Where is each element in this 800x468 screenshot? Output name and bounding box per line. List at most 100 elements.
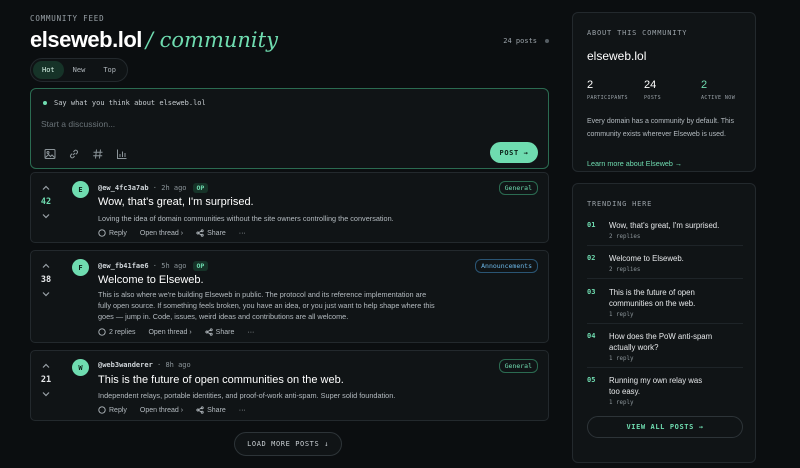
trending-title[interactable]: Running my own relay was too easy. [609, 376, 704, 398]
stat-participants: 2 PARTICIPANTS [587, 79, 644, 101]
reply-button[interactable]: Reply [98, 229, 127, 237]
avatar: E [72, 181, 89, 198]
composer-prompt: Say what you think about elseweb.lol [43, 99, 206, 107]
page-title-accent: / community [145, 28, 278, 52]
open-thread-link[interactable]: Open thread › [140, 229, 183, 237]
more-options-button[interactable]: ··· [247, 328, 254, 336]
post-title[interactable]: Welcome to Elseweb. [98, 274, 204, 286]
comment-icon [98, 229, 106, 237]
op-badge: OP [192, 261, 209, 271]
divider [587, 245, 743, 246]
tab-hot[interactable]: Hot [33, 61, 64, 79]
share-button[interactable]: Share [196, 406, 226, 414]
upvote-icon[interactable] [39, 181, 53, 195]
trending-title[interactable]: Welcome to Elseweb. [609, 254, 729, 265]
post-actions: Reply Open thread › Share ··· [98, 229, 246, 237]
hashtag-icon[interactable] [91, 147, 105, 161]
post-count-label: 24 posts [503, 37, 537, 45]
main-column: COMMUNITY FEED elseweb.lol / community 24… [30, 0, 549, 456]
learn-more-link[interactable]: Learn more about Elseweb → [587, 159, 682, 168]
trending-title[interactable]: How does the PoW anti-spam actually work… [609, 332, 729, 354]
category-tag[interactable]: Announcements [475, 259, 538, 273]
status-dot [545, 39, 549, 43]
page-title: elseweb.lol [30, 27, 142, 52]
vote-column: 21 [39, 359, 53, 401]
downvote-icon[interactable] [39, 387, 53, 401]
post-card: 38 F @ew_fb41fae6 · 5h ago OP Announcemen… [30, 250, 549, 343]
reply-label: Reply [109, 229, 127, 237]
more-options-button[interactable]: ··· [239, 406, 246, 414]
chart-icon[interactable] [115, 147, 129, 161]
trending-replies: 1 reply [609, 356, 634, 362]
replies-label: 2 replies [109, 328, 136, 336]
trending-rank: 01 [587, 221, 596, 229]
community-name: elseweb.lol [587, 49, 647, 63]
composer-prompt-label: Say what you think about elseweb.lol [54, 99, 206, 107]
upvote-icon[interactable] [39, 359, 53, 373]
reply-label: Reply [109, 406, 127, 414]
share-icon [196, 229, 204, 237]
category-tag[interactable]: General [498, 181, 538, 195]
category-tag[interactable]: General [498, 359, 538, 373]
trending-title[interactable]: Wow, that's great, I'm surprised. [609, 221, 729, 232]
trending-rank: 03 [587, 288, 596, 296]
post-author[interactable]: @web3wanderer [98, 361, 153, 369]
share-icon [205, 328, 213, 336]
avatar: W [72, 359, 89, 376]
upvote-icon[interactable] [39, 259, 53, 273]
about-heading: ABOUT THIS COMMUNITY [587, 29, 688, 37]
post-button[interactable]: POST → [490, 142, 538, 163]
tab-top[interactable]: Top [94, 61, 125, 79]
avatar: F [72, 259, 89, 276]
post-author[interactable]: @ew_fb41fae6 [98, 262, 149, 270]
view-all-posts-button[interactable]: VIEW ALL POSTS → [587, 416, 743, 438]
replies-button[interactable]: 2 replies [98, 328, 135, 336]
trending-rank: 05 [587, 376, 596, 384]
share-button[interactable]: Share [196, 229, 226, 237]
image-icon[interactable] [43, 147, 57, 161]
post-time: · 2h ago [152, 184, 187, 192]
trending-heading: TRENDING HERE [587, 200, 653, 208]
divider [587, 367, 743, 368]
post-count: 24 posts [503, 37, 549, 45]
community-description: Every domain has a community by default.… [587, 118, 734, 138]
stat-label: POSTS [644, 95, 662, 101]
discussion-input[interactable] [41, 116, 521, 132]
tab-new[interactable]: New [64, 61, 95, 79]
trending-replies: 1 reply [609, 312, 634, 318]
trending-rank: 02 [587, 254, 596, 262]
link-icon[interactable] [67, 147, 81, 161]
post-time: · 5h ago [152, 262, 187, 270]
downvote-icon[interactable] [39, 287, 53, 301]
trending-title[interactable]: This is the future of open communities o… [609, 288, 729, 310]
community-stats: 2 PARTICIPANTS 24 POSTS 2 ACTIVE NOW [587, 79, 758, 101]
trending-replies: 2 replies [609, 234, 641, 240]
post-time: · 8h ago [157, 361, 191, 369]
reply-button[interactable]: Reply [98, 406, 127, 414]
sidebar: ABOUT THIS COMMUNITY elseweb.lol 2 PARTI… [572, 12, 756, 463]
open-thread-link[interactable]: Open thread › [140, 406, 183, 414]
stat-label: PARTICIPANTS [587, 95, 628, 101]
post-card: 42 E @ew_4fc3a7ab · 2h ago OP General Wow… [30, 172, 549, 243]
post-body: This is also where we're building Elsewe… [98, 290, 435, 321]
stat-value: 2 [701, 79, 708, 91]
post-title[interactable]: This is the future of open communities o… [98, 374, 344, 386]
post-author[interactable]: @ew_4fc3a7ab [98, 184, 149, 192]
post-actions: 2 replies Open thread › Share ··· [98, 328, 254, 336]
stat-active-now: 2 ACTIVE NOW [701, 79, 758, 101]
stat-label: ACTIVE NOW [701, 95, 736, 101]
stat-value: 24 [644, 79, 657, 91]
comment-icon [98, 406, 106, 414]
more-options-button[interactable]: ··· [239, 229, 246, 237]
post-title[interactable]: Wow, that's great, I'm surprised. [98, 196, 254, 208]
post-card: 21 W @web3wanderer · 8h ago General This… [30, 350, 549, 421]
share-icon [196, 406, 204, 414]
load-more-button[interactable]: LOAD MORE POSTS ↓ [234, 432, 342, 456]
open-thread-link[interactable]: Open thread › [148, 328, 191, 336]
downvote-icon[interactable] [39, 209, 53, 223]
trending-card: TRENDING HERE 01 Wow, that's great, I'm … [572, 183, 756, 463]
post-composer: Say what you think about elseweb.lol POS… [30, 88, 549, 169]
share-button[interactable]: Share [205, 328, 234, 336]
about-card: ABOUT THIS COMMUNITY elseweb.lol 2 PARTI… [572, 12, 756, 172]
divider [587, 278, 743, 279]
